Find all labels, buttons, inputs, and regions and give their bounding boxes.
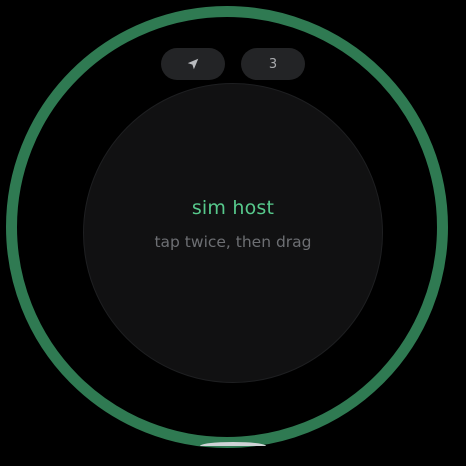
- count-button[interactable]: 3: [241, 48, 305, 80]
- center-touch-area[interactable]: sim host tap twice, then drag: [83, 83, 383, 383]
- gesture-hint: tap twice, then drag: [154, 233, 312, 251]
- count-label: 3: [268, 56, 278, 72]
- bottom-drag-handle[interactable]: [200, 442, 266, 450]
- location-button[interactable]: [161, 48, 225, 80]
- watch-screen: 3 sim host tap twice, then drag: [0, 0, 466, 466]
- host-title: sim host: [191, 197, 275, 219]
- navigation-arrow-icon: [186, 57, 200, 71]
